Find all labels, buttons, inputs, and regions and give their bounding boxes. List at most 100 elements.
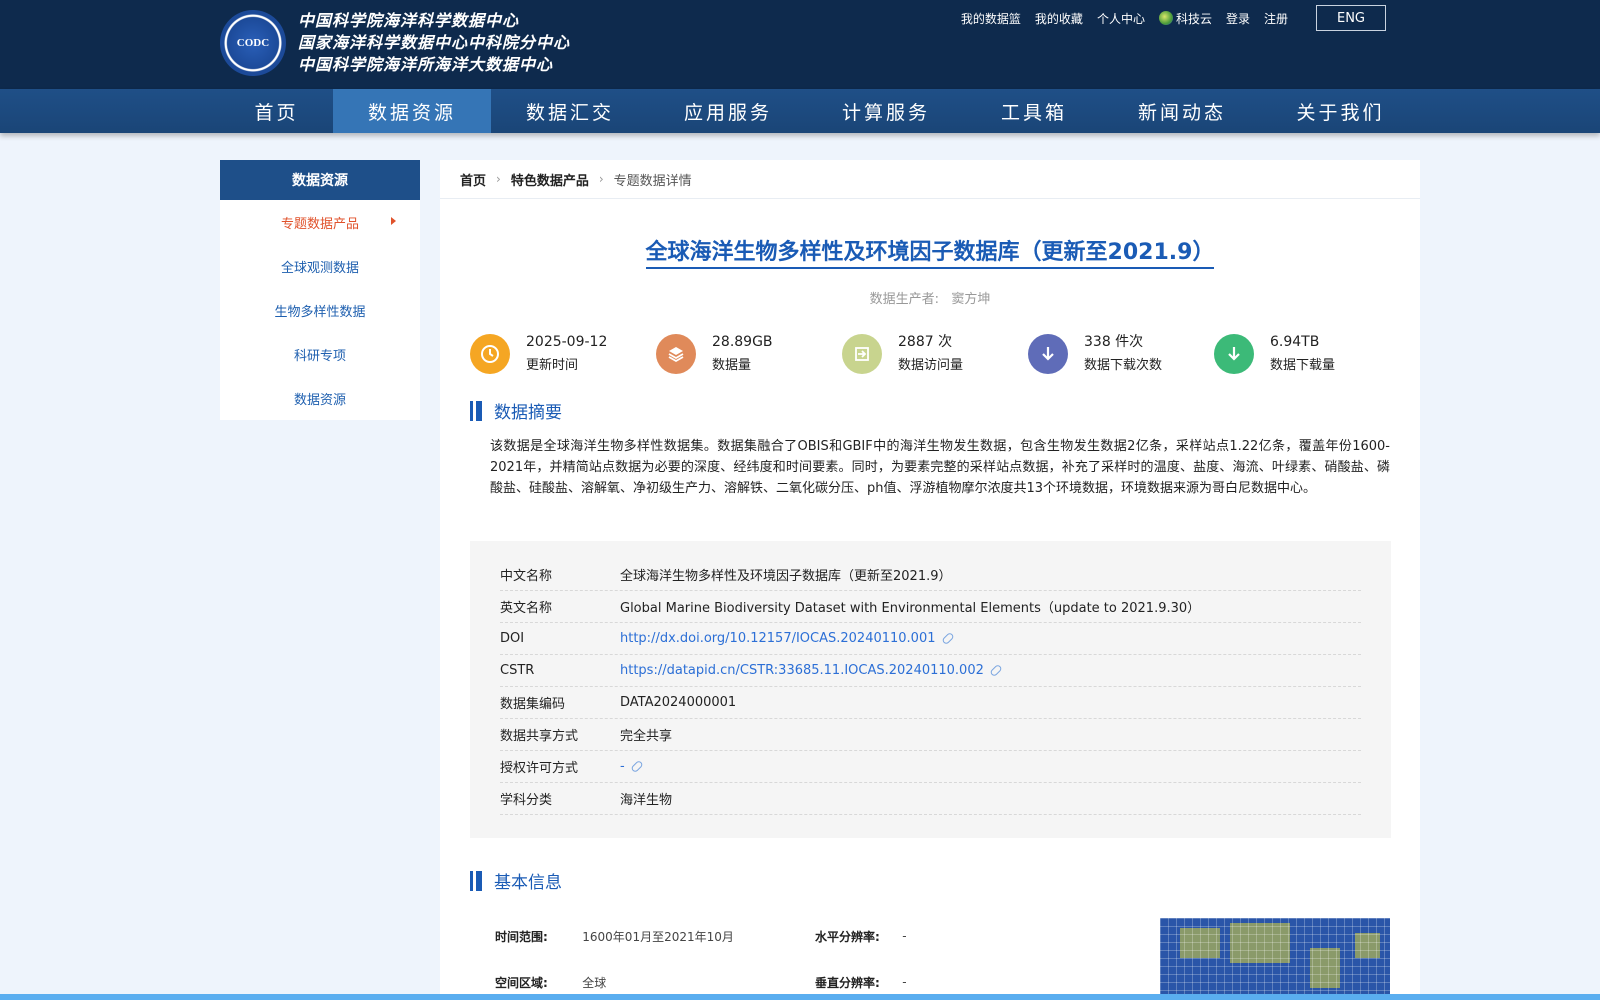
table-row: 学科分类 海洋生物 <box>500 783 1361 815</box>
stat-value: 2887 次 <box>898 334 953 350</box>
table-row: 英文名称 Global Marine Biodiversity Dataset w… <box>500 591 1361 623</box>
doi-text: http://dx.doi.org/10.12157/IOCAS.2024011… <box>620 631 936 646</box>
stat-value: 2025-09-12 <box>526 334 608 350</box>
org-name-1: 中国科学院海洋科学数据中心 <box>298 11 520 30</box>
sidebar-item-data-resources[interactable]: 数据资源 <box>220 376 420 420</box>
doi-link[interactable]: http://dx.doi.org/10.12157/IOCAS.2024011… <box>620 631 955 646</box>
nav-computing[interactable]: 计算服务 <box>807 89 965 133</box>
bottom-scroll-bar <box>0 994 1600 1000</box>
abstract-heading: 数据摘要 <box>470 398 562 423</box>
row-key: 中文名称 <box>500 569 553 584</box>
chevron-right-icon: › <box>496 172 501 186</box>
clock-icon <box>470 334 510 374</box>
section-marker-icon <box>470 400 482 421</box>
header: CODC 中国科学院海洋科学数据中心 国家海洋科学数据中心中科院分中心 中国科学… <box>0 0 1600 89</box>
table-row: 授权许可方式 - <box>500 751 1361 783</box>
personal-center-link[interactable]: 个人中心 <box>1097 10 1145 27</box>
section-title: 基本信息 <box>494 873 562 893</box>
info-value: 全球 <box>582 975 607 990</box>
stat-data-size: 28.89GB 数据量 <box>656 330 842 378</box>
layers-icon <box>656 334 696 374</box>
basic-info-row: 时间范围: 1600年01月至2021年10月 水平分辨率: - <box>495 913 1135 959</box>
info-key: 水平分辨率: <box>815 929 880 944</box>
table-row: CSTR https://datapid.cn/CSTR:33685.11.IOC… <box>500 655 1361 687</box>
row-key: 授权许可方式 <box>500 761 579 776</box>
codc-logo[interactable]: CODC <box>220 10 286 76</box>
row-key: 英文名称 <box>500 601 553 616</box>
eng-button[interactable]: ENG <box>1316 5 1386 31</box>
row-value: 完全共享 <box>620 729 673 744</box>
producer-label: 数据生产者: <box>869 292 939 307</box>
basic-info: 时间范围: 1600年01月至2021年10月 水平分辨率: - 空间区域: 全… <box>495 913 1135 1000</box>
top-links: 我的数据篮 我的收藏 个人中心 科技云 登录 注册 ENG <box>947 5 1386 31</box>
row-value: Global Marine Biodiversity Dataset with … <box>620 601 1201 616</box>
stat-value: 6.94TB <box>1270 334 1320 350</box>
info-key: 垂直分辨率: <box>815 975 880 990</box>
org-name-3: 中国科学院海洋所海洋大数据中心 <box>298 55 554 74</box>
stat-label: 数据量 <box>712 358 752 373</box>
org-names: 中国科学院海洋科学数据中心 国家海洋科学数据中心中科院分中心 中国科学院海洋所海… <box>298 10 570 76</box>
stat-download-volume: 6.94TB 数据下载量 <box>1214 330 1400 378</box>
info-table: 中文名称 全球海洋生物多样性及环境因子数据库（更新至2021.9） 英文名称 Glo… <box>470 541 1391 838</box>
stat-label: 数据下载次数 <box>1084 358 1163 373</box>
chevron-right-icon: › <box>598 172 604 186</box>
my-data-basket-link[interactable]: 我的数据篮 <box>961 10 1021 27</box>
abstract-text: 该数据是全球海洋生物多样性数据集。数据集融合了OBIS和GBIF中的海洋生物发生… <box>490 439 1390 496</box>
my-favorites-link[interactable]: 我的收藏 <box>1035 10 1083 27</box>
table-row: 数据共享方式 完全共享 <box>500 719 1361 751</box>
coverage-map-thumbnail[interactable] <box>1160 918 1390 1000</box>
dataset-title: 全球海洋生物多样性及环境因子数据库（更新至2021.9） <box>645 240 1215 269</box>
kejiyun-label: 科技云 <box>1175 11 1212 26</box>
nav-data-submission[interactable]: 数据汇交 <box>491 89 649 133</box>
dataset-title-wrap: 全球海洋生物多样性及环境因子数据库（更新至2021.9） <box>440 234 1420 269</box>
license-text: - <box>620 759 625 774</box>
sidebar-item-global-observation[interactable]: 全球观测数据 <box>220 244 420 288</box>
license-link[interactable]: - <box>620 759 644 774</box>
stat-download-count: 338 件次数据下载次数 <box>1028 330 1214 378</box>
download-icon <box>1214 334 1254 374</box>
sidebar-item-thematic-products[interactable]: 专题数据产品 <box>220 200 420 244</box>
row-key: 学科分类 <box>500 793 553 808</box>
nav-news[interactable]: 新闻动态 <box>1103 89 1261 133</box>
register-link[interactable]: 注册 <box>1264 10 1288 27</box>
producer-name: 窦方坤 <box>951 292 991 307</box>
stat-value: 338 件次 <box>1084 334 1144 350</box>
link-icon <box>629 759 644 774</box>
row-value: 海洋生物 <box>620 793 673 808</box>
row-key: CSTR <box>500 663 535 678</box>
table-row: 中文名称 全球海洋生物多样性及环境因子数据库（更新至2021.9） <box>500 559 1361 591</box>
info-key: 时间范围: <box>495 929 548 944</box>
stat-update-time: 2025-09-12 更新时间 <box>470 330 656 378</box>
main-content: 首页 › 特色数据产品 › 专题数据详情 全球海洋生物多样性及环境因子数据库（更… <box>440 160 1420 1000</box>
info-value: 1600年01月至2021年10月 <box>582 929 734 944</box>
sidebar-title: 数据资源 <box>220 160 420 200</box>
cstr-link[interactable]: https://datapid.cn/CSTR:33685.11.IOCAS.2… <box>620 663 1003 678</box>
download-icon <box>1028 334 1068 374</box>
logo-text: CODC <box>236 37 270 49</box>
breadcrumb-current: 专题数据详情 <box>613 173 692 189</box>
nav-about[interactable]: 关于我们 <box>1261 89 1420 133</box>
main-nav: 首页 数据资源 数据汇交 应用服务 计算服务 工具箱 新闻动态 关于我们 <box>0 89 1600 133</box>
row-key: 数据集编码 <box>500 697 566 712</box>
kejiyun-link[interactable]: 科技云 <box>1158 10 1212 27</box>
login-link[interactable]: 登录 <box>1226 10 1250 27</box>
nav-app-services[interactable]: 应用服务 <box>649 89 807 133</box>
row-value: 全球海洋生物多样性及环境因子数据库（更新至2021.9） <box>620 569 952 584</box>
section-marker-icon <box>470 870 482 891</box>
info-value: - <box>902 975 907 989</box>
cstr-text: https://datapid.cn/CSTR:33685.11.IOCAS.2… <box>620 663 984 678</box>
breadcrumb-home[interactable]: 首页 <box>460 170 486 189</box>
table-row: DOI http://dx.doi.org/10.12157/IOCAS.2024… <box>500 623 1361 655</box>
globe-icon <box>1158 11 1173 25</box>
basic-info-heading: 基本信息 <box>470 868 562 893</box>
stat-visits: 2887 次数据访问量 <box>842 330 1028 378</box>
sidebar-item-biodiversity[interactable]: 生物多样性数据 <box>220 288 420 332</box>
breadcrumb-featured-products[interactable]: 特色数据产品 <box>511 170 589 189</box>
sidebar-item-research-projects[interactable]: 科研专项 <box>220 332 420 376</box>
row-key: 数据共享方式 <box>500 729 579 744</box>
map-grid <box>1160 918 1390 1000</box>
nav-data-resources[interactable]: 数据资源 <box>333 89 491 133</box>
stat-label: 数据访问量 <box>898 358 964 373</box>
nav-toolbox[interactable]: 工具箱 <box>965 89 1103 133</box>
nav-home[interactable]: 首页 <box>220 89 333 133</box>
